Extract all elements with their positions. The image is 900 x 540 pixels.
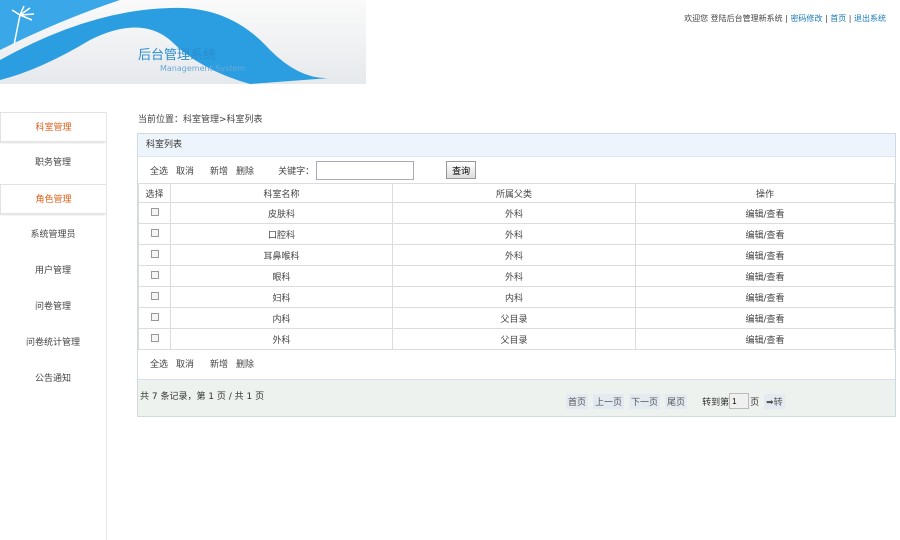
- delete-link[interactable]: 删除: [236, 357, 254, 370]
- table-row: 眼科 外科 编辑/查看: [138, 265, 895, 287]
- table-row: 外科 父目录 编辑/查看: [138, 328, 895, 350]
- system-subtitle: Management System: [160, 64, 246, 73]
- parent-category: 外科: [392, 265, 636, 287]
- page-unit: 页: [750, 397, 760, 408]
- row-checkbox[interactable]: [150, 270, 159, 279]
- row-select: [138, 265, 171, 287]
- prev-page-button[interactable]: 上一页: [593, 393, 625, 409]
- edit-view-link[interactable]: 编辑/查看: [635, 328, 895, 350]
- header: 后台管理系统 Management System 欢迎您 登陆后台管理新系统 |…: [0, 0, 900, 84]
- parent-category: 外科: [392, 202, 636, 224]
- home-link[interactable]: 首页: [830, 14, 846, 23]
- row-select: [138, 286, 171, 308]
- cancel-link[interactable]: 取消: [176, 164, 194, 177]
- dept-name: 口腔科: [170, 223, 393, 245]
- sidebar-item[interactable]: 职务管理: [0, 148, 106, 178]
- table-row: 耳鼻喉科 外科 编辑/查看: [138, 244, 895, 266]
- department-table: 选择 科室名称 所属父类 操作 皮肤科 外科 编辑/查看 口腔科 外科 编辑/查看 耳鼻喉科…: [138, 183, 895, 350]
- row-checkbox[interactable]: [150, 312, 159, 321]
- row-select: [138, 223, 171, 245]
- parent-category: 外科: [392, 223, 636, 245]
- parent-category: 内科: [392, 286, 636, 308]
- dept-name: 外科: [170, 328, 393, 350]
- record-count: 共 7 条记录，第 1 页 / 共 1 页: [140, 392, 265, 402]
- dept-name: 耳鼻喉科: [170, 244, 393, 266]
- sidebar-item[interactable]: 角色管理: [0, 184, 106, 214]
- parent-category: 外科: [392, 244, 636, 266]
- pager: 首页 上一页 下一页 尾页 转到第 页 ➡转: [566, 393, 785, 409]
- panel-title: 科室列表: [138, 134, 895, 157]
- edit-view-link[interactable]: 编辑/查看: [635, 202, 895, 224]
- col-select: 选择: [138, 183, 171, 203]
- top-links: 欢迎您 登陆后台管理新系统 | 密码修改 | 首页 | 退出系统: [684, 14, 886, 23]
- delete-link[interactable]: 删除: [236, 164, 254, 177]
- bottom-toolbar: 全选 取消 新增 删除: [138, 350, 895, 376]
- change-password-link[interactable]: 密码修改: [790, 14, 822, 23]
- col-actions: 操作: [635, 183, 895, 203]
- go-button[interactable]: ➡转: [764, 393, 785, 409]
- table-row: 妇科 内科 编辑/查看: [138, 286, 895, 308]
- next-page-button[interactable]: 下一页: [629, 393, 661, 409]
- edit-view-link[interactable]: 编辑/查看: [635, 223, 895, 245]
- table-row: 皮肤科 外科 编辑/查看: [138, 202, 895, 224]
- edit-view-link[interactable]: 编辑/查看: [635, 286, 895, 308]
- sidebar-item[interactable]: 用户管理: [0, 256, 106, 286]
- sidebar-item[interactable]: 系统管理员: [0, 220, 106, 250]
- parent-category: 父目录: [392, 307, 636, 329]
- dept-name: 妇科: [170, 286, 393, 308]
- goto-label: 转到第: [702, 397, 730, 408]
- search-button[interactable]: 查询: [446, 161, 477, 179]
- row-checkbox[interactable]: [150, 333, 159, 342]
- welcome-text: 欢迎您 登陆后台管理新系统: [684, 14, 783, 23]
- parent-category: 父目录: [392, 328, 636, 350]
- row-select: [138, 307, 171, 329]
- col-parent: 所属父类: [392, 183, 636, 203]
- table-row: 口腔科 外科 编辑/查看: [138, 223, 895, 245]
- department-list-panel: 科室列表 全选 取消 新增 删除 关键字： 查询 选择 科室名称 所属父类 操作…: [137, 133, 896, 417]
- dept-name: 皮肤科: [170, 202, 393, 224]
- dept-name: 眼科: [170, 265, 393, 287]
- logo-banner: 后台管理系统 Management System: [0, 0, 366, 84]
- pagination-bar: 共 7 条记录，第 1 页 / 共 1 页 首页 上一页 下一页 尾页 转到第 …: [138, 379, 895, 416]
- row-checkbox[interactable]: [150, 249, 159, 258]
- add-link[interactable]: 新增: [210, 357, 228, 370]
- first-page-button[interactable]: 首页: [566, 393, 589, 409]
- sidebar: 科室管理职务管理角色管理系统管理员用户管理问卷管理问卷统计管理 公告通知: [0, 112, 107, 540]
- logout-link[interactable]: 退出系统: [854, 14, 886, 23]
- row-select: [138, 328, 171, 350]
- row-checkbox[interactable]: [150, 228, 159, 237]
- toolbar: 全选 取消 新增 删除 关键字： 查询: [138, 157, 895, 183]
- dept-name: 内科: [170, 307, 393, 329]
- edit-view-link[interactable]: 编辑/查看: [635, 265, 895, 287]
- sidebar-item[interactable]: 问卷管理: [0, 292, 106, 322]
- select-all-link[interactable]: 全选: [150, 357, 168, 370]
- cancel-link[interactable]: 取消: [176, 357, 194, 370]
- row-checkbox[interactable]: [150, 291, 159, 300]
- last-page-button[interactable]: 尾页: [665, 393, 688, 409]
- keyword-label: 关键字：: [278, 166, 315, 177]
- table-row: 内科 父目录 编辑/查看: [138, 307, 895, 329]
- row-checkbox[interactable]: [150, 207, 159, 216]
- edit-view-link[interactable]: 编辑/查看: [635, 244, 895, 266]
- add-link[interactable]: 新增: [210, 164, 228, 177]
- sidebar-item[interactable]: 公告通知: [0, 364, 106, 394]
- breadcrumb: 当前位置：科室管理>科室列表: [138, 115, 263, 125]
- col-name: 科室名称: [170, 183, 393, 203]
- edit-view-link[interactable]: 编辑/查看: [635, 307, 895, 329]
- row-select: [138, 202, 171, 224]
- system-title: 后台管理系统: [138, 48, 217, 63]
- row-select: [138, 244, 171, 266]
- sidebar-item[interactable]: 科室管理: [0, 112, 106, 142]
- sidebar-item[interactable]: 问卷统计管理: [0, 328, 106, 358]
- keyword-input[interactable]: [316, 160, 415, 180]
- page-number-input[interactable]: [729, 393, 750, 409]
- select-all-link[interactable]: 全选: [150, 164, 168, 177]
